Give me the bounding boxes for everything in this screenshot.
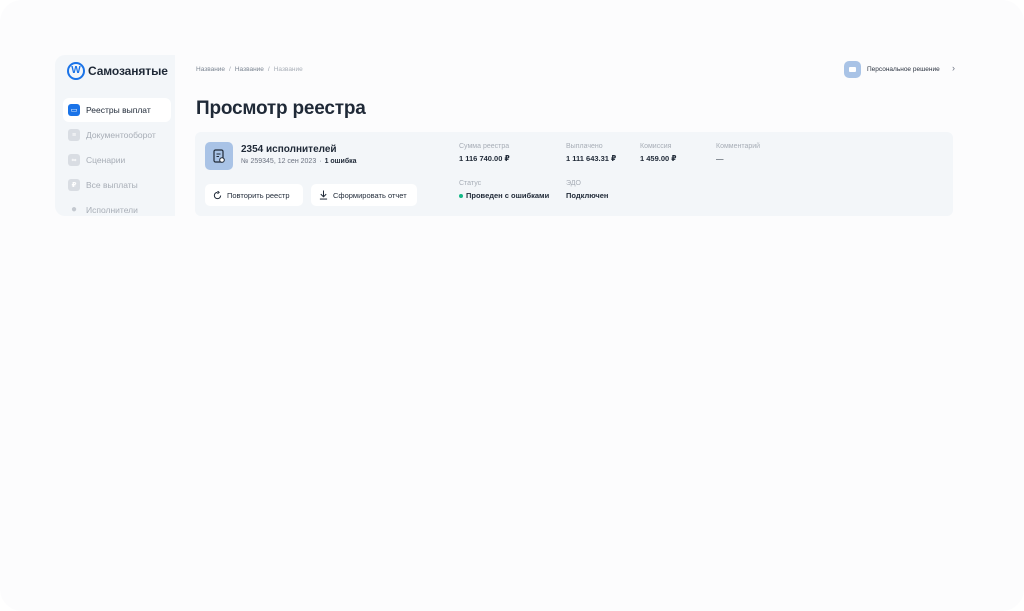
field-label: ЭДО bbox=[566, 180, 581, 187]
download-icon bbox=[319, 190, 328, 200]
sidebar-item-label: Сценарии bbox=[86, 155, 126, 165]
page-title: Просмотр реестра bbox=[196, 98, 366, 119]
breadcrumb-item[interactable]: Название bbox=[196, 66, 225, 73]
breadcrumb-separator: / bbox=[267, 66, 270, 73]
field-label: Сумма реестра bbox=[459, 143, 510, 150]
repeat-registry-label: Повторить реестр bbox=[227, 190, 290, 200]
sidebar-item-label: Документооборот bbox=[86, 130, 156, 140]
sidebar-nav: ▭ Реестры выплат ≡ Документооборот ∞ Сце… bbox=[63, 98, 171, 216]
status-text: Проведен с ошибками bbox=[466, 191, 550, 200]
sidebar-item-documents[interactable]: ≡ Документооборот bbox=[63, 123, 171, 147]
samozanyatye-logo-icon: W bbox=[67, 62, 85, 80]
field-comment: Комментарий — bbox=[716, 143, 760, 163]
registry-meta: № 259345, 12 сен 2023 · 1 ошибка bbox=[241, 158, 357, 165]
status-badge: Проведен с ошибками bbox=[459, 191, 549, 200]
breadcrumb-current: Название bbox=[273, 66, 303, 73]
account-switcher[interactable]: Персональное решение bbox=[844, 61, 940, 78]
field-value: 1 111 643.31 ₽ bbox=[566, 154, 617, 163]
generate-report-button[interactable]: Сформировать отчет bbox=[311, 184, 417, 206]
field-label: Комиссия bbox=[640, 143, 672, 150]
sidebar-item-label: Исполнители bbox=[86, 205, 138, 215]
generate-report-label: Сформировать отчет bbox=[333, 190, 407, 200]
field-edo: ЭДО Подключен bbox=[566, 180, 608, 200]
status-dot-icon bbox=[459, 194, 463, 199]
breadcrumb-separator: / bbox=[229, 66, 231, 73]
meta-separator: · bbox=[319, 158, 322, 165]
wallet-icon: ▭ bbox=[68, 104, 80, 116]
document-icon: ≡ bbox=[68, 129, 80, 141]
field-registry-sum: Сумма реестра 1 116 740.00 ₽ bbox=[459, 143, 510, 163]
field-value: — bbox=[716, 154, 724, 163]
account-name: Персональное решение bbox=[867, 66, 940, 73]
refresh-icon bbox=[213, 190, 222, 199]
sidebar: W Самозанятые ▭ Реестры выплат ≡ Докумен… bbox=[55, 55, 175, 216]
users-icon: ● bbox=[70, 204, 78, 215]
briefcase-icon bbox=[844, 61, 861, 78]
field-label: Выплачено bbox=[566, 143, 603, 150]
sidebar-item-payout-registries[interactable]: ▭ Реестры выплат bbox=[63, 98, 171, 122]
registry-error-count[interactable]: 1 ошибка bbox=[325, 158, 357, 165]
brand-name: Самозанятые bbox=[88, 64, 168, 78]
sidebar-item-label: Реестры выплат bbox=[86, 105, 151, 115]
sidebar-item-scenarios[interactable]: ∞ Сценарии bbox=[63, 148, 171, 172]
registry-card: 2354 исполнителей № 259345, 12 сен 2023 … bbox=[195, 132, 953, 216]
registry-number-date: № 259345, 12 сен 2023 bbox=[241, 158, 317, 165]
field-value: Подключен bbox=[566, 191, 609, 200]
sidebar-item-all-payments[interactable]: ₽ Все выплаты bbox=[63, 173, 171, 197]
field-status: Статус Проведен с ошибками bbox=[459, 180, 549, 200]
registry-title: 2354 исполнителей bbox=[241, 144, 337, 155]
breadcrumb-item[interactable]: Название bbox=[235, 66, 264, 73]
payment-icon: ₽ bbox=[68, 179, 80, 191]
brand-logo[interactable]: W Самозанятые bbox=[67, 62, 168, 80]
app-frame: W Самозанятые ▭ Реестры выплат ≡ Докумен… bbox=[0, 0, 1024, 611]
field-value: 1 459.00 ₽ bbox=[640, 154, 677, 163]
field-value: 1 116 740.00 ₽ bbox=[459, 154, 510, 163]
repeat-registry-button[interactable]: Повторить реестр bbox=[205, 184, 303, 206]
sidebar-item-label: Все выплаты bbox=[86, 180, 138, 190]
field-label: Комментарий bbox=[716, 143, 761, 150]
scenario-icon: ∞ bbox=[68, 154, 80, 166]
sidebar-item-performers[interactable]: ● Исполнители bbox=[63, 198, 171, 216]
chevron-right-icon[interactable]: › bbox=[952, 64, 955, 73]
breadcrumb: Название / Название / Название bbox=[196, 66, 303, 73]
field-paid: Выплачено 1 111 643.31 ₽ bbox=[566, 143, 616, 163]
registry-document-icon bbox=[205, 142, 233, 170]
field-label: Статус bbox=[459, 180, 482, 187]
field-commission: Комиссия 1 459.00 ₽ bbox=[640, 143, 677, 163]
